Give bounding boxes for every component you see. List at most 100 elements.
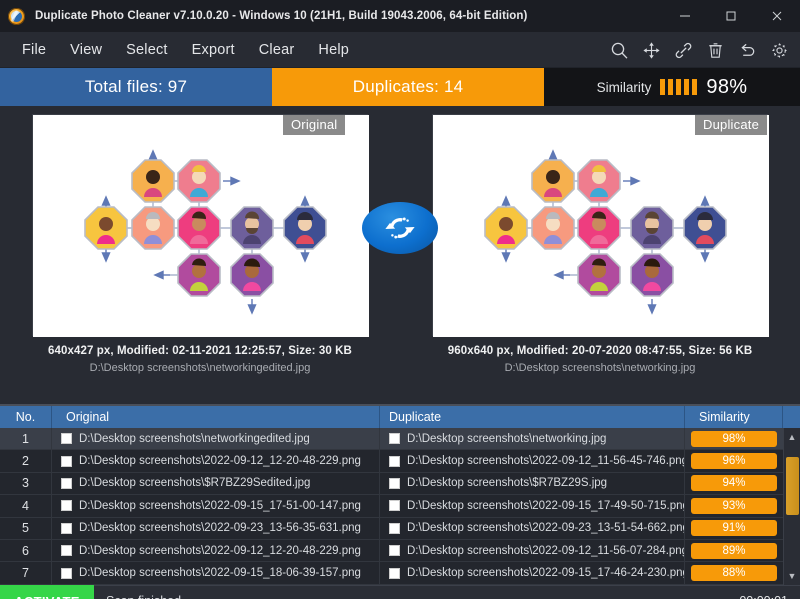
table-header-row: No. Original Duplicate Similarity <box>0 406 800 428</box>
similarity-stat: Similarity 98% <box>544 68 800 106</box>
original-cell: D:\Desktop screenshots\networkingedited.… <box>52 428 380 450</box>
duplicate-checkbox[interactable] <box>389 522 400 534</box>
settings-gear-icon[interactable] <box>766 37 792 63</box>
original-cell: D:\Desktop screenshots\2022-09-12_12-20-… <box>52 450 380 472</box>
duplicate-filename: D:\Desktop screenshots\2022-09-23_13-51-… <box>407 522 684 535</box>
scrollbar-track[interactable] <box>784 445 800 568</box>
similarity-cell: 96% <box>685 450 783 471</box>
duplicate-checkbox[interactable] <box>389 567 400 579</box>
duplicate-checkbox[interactable] <box>389 545 400 557</box>
duplicate-filename: D:\Desktop screenshots\2022-09-15_17-46-… <box>407 567 684 580</box>
close-button[interactable] <box>754 0 800 32</box>
duplicate-cell: D:\Desktop screenshots\2022-09-12_11-56-… <box>380 539 685 562</box>
duplicate-image-frame[interactable]: Duplicate <box>432 114 769 337</box>
move-icon[interactable] <box>638 37 664 63</box>
duplicate-checkbox[interactable] <box>389 455 400 467</box>
original-filename: D:\Desktop screenshots\2022-09-12_12-20-… <box>79 455 361 468</box>
original-filename: D:\Desktop screenshots\$R7BZ29Sedited.jp… <box>79 477 311 490</box>
scroll-down-arrow[interactable]: ▼ <box>783 567 800 585</box>
menu-item-view[interactable]: View <box>58 38 114 62</box>
menu-item-export[interactable]: Export <box>180 38 247 62</box>
similarity-badge: 88% <box>691 565 777 582</box>
duplicate-checkbox[interactable] <box>389 500 400 512</box>
undo-icon[interactable] <box>734 37 760 63</box>
menu-item-select[interactable]: Select <box>114 38 180 62</box>
similarity-percent: 98% <box>706 75 748 98</box>
duplicate-cell: D:\Desktop screenshots\networking.jpg <box>380 428 685 450</box>
duplicate-network-diagram <box>433 115 769 337</box>
stats-bar: Total files: 97 Duplicates: 14 Similarit… <box>0 68 800 106</box>
trash-icon[interactable] <box>702 37 728 63</box>
table-body: 1 D:\Desktop screenshots\networkingedited… <box>0 428 800 585</box>
minimize-button[interactable] <box>662 0 708 32</box>
row-number: 2 <box>0 450 52 472</box>
column-header-spacer <box>783 406 800 428</box>
original-checkbox[interactable] <box>61 545 72 557</box>
app-icon <box>8 7 25 25</box>
similarity-cell: 91% <box>685 518 783 539</box>
original-cell: D:\Desktop screenshots\2022-09-12_12-20-… <box>52 539 380 562</box>
table-row[interactable]: 7 D:\Desktop screenshots\2022-09-15_18-06… <box>0 562 800 585</box>
duplicate-tag: Duplicate <box>695 115 767 135</box>
original-checkbox[interactable] <box>61 567 72 579</box>
link-icon[interactable] <box>670 37 696 63</box>
menu-items: File View Select Export Clear Help <box>0 38 361 62</box>
similarity-badge: 91% <box>691 520 777 537</box>
column-header-original[interactable]: Original <box>52 406 380 428</box>
original-checkbox[interactable] <box>61 522 72 534</box>
similarity-cell: 93% <box>685 495 783 516</box>
similarity-cell: 89% <box>685 540 783 561</box>
duplicate-checkbox[interactable] <box>389 433 400 445</box>
maximize-button[interactable] <box>708 0 754 32</box>
column-header-duplicate[interactable]: Duplicate <box>380 406 685 428</box>
original-checkbox[interactable] <box>61 500 72 512</box>
similarity-label: Similarity <box>596 79 652 95</box>
menu-item-clear[interactable]: Clear <box>247 38 307 62</box>
original-checkbox[interactable] <box>61 433 72 445</box>
scroll-up-arrow[interactable]: ▲ <box>783 428 800 445</box>
duplicate-checkbox[interactable] <box>389 477 400 489</box>
table-row[interactable]: 6 D:\Desktop screenshots\2022-09-12_12-20… <box>0 539 800 563</box>
original-preview-pane: Original 640x427 px, Modified: 02-11-202… <box>0 114 400 404</box>
menu-item-file[interactable]: File <box>10 38 58 62</box>
column-header-no[interactable]: No. <box>0 406 52 428</box>
duplicate-cell: D:\Desktop screenshots\2022-09-12_11-56-… <box>380 450 685 472</box>
row-number: 7 <box>0 562 52 584</box>
original-metadata: 640x427 px, Modified: 02-11-2021 12:25:5… <box>48 345 352 357</box>
original-checkbox[interactable] <box>61 477 72 489</box>
scrollbar-thumb[interactable] <box>785 457 799 515</box>
duplicate-metadata: 960x640 px, Modified: 20-07-2020 08:47:5… <box>447 345 753 357</box>
original-filename: D:\Desktop screenshots\2022-09-23_13-56-… <box>79 522 361 535</box>
application-window: Duplicate Photo Cleaner v7.10.0.20 - Win… <box>0 0 800 599</box>
search-icon[interactable] <box>606 37 632 63</box>
column-header-similarity[interactable]: Similarity <box>685 406 783 428</box>
table-row[interactable]: 3 D:\Desktop screenshots\$R7BZ29Sedited.j… <box>0 472 800 496</box>
similarity-cell: 98% <box>685 428 783 449</box>
window-controls <box>662 0 800 32</box>
original-checkbox[interactable] <box>61 455 72 467</box>
table-row[interactable]: 5 D:\Desktop screenshots\2022-09-23_13-56… <box>0 517 800 540</box>
sync-refresh-icon[interactable] <box>362 202 438 254</box>
similarity-cell: 88% <box>685 562 783 583</box>
original-tag: Original <box>283 115 346 135</box>
table-row[interactable]: 4 D:\Desktop screenshots\2022-09-15_17-51… <box>0 495 800 518</box>
original-cell: D:\Desktop screenshots\2022-09-15_17-51-… <box>52 495 380 517</box>
duplicate-filename: D:\Desktop screenshots\2022-09-15_17-49-… <box>407 499 684 512</box>
original-cell: D:\Desktop screenshots\2022-09-23_13-56-… <box>52 517 380 539</box>
table-row[interactable]: 1 D:\Desktop screenshots\networkingedited… <box>0 428 800 451</box>
duplicate-filename: D:\Desktop screenshots\networking.jpg <box>407 432 607 445</box>
elapsed-timer: 00:00:01 <box>739 594 788 599</box>
original-filename: D:\Desktop screenshots\2022-09-15_17-51-… <box>79 499 361 512</box>
row-number: 6 <box>0 539 52 562</box>
table-scrollbar[interactable]: ▲ ▼ <box>783 428 800 585</box>
original-filename: D:\Desktop screenshots\2022-09-15_18-06-… <box>79 567 361 580</box>
table-row[interactable]: 2 D:\Desktop screenshots\2022-09-12_12-20… <box>0 450 800 473</box>
title-bar: Duplicate Photo Cleaner v7.10.0.20 - Win… <box>0 0 800 32</box>
similarity-badge: 93% <box>691 497 777 514</box>
duplicate-path: D:\Desktop screenshots\networking.jpg <box>504 362 696 374</box>
original-image-frame[interactable]: Original <box>32 114 369 337</box>
row-number: 5 <box>0 517 52 539</box>
duplicates-table: No. Original Duplicate Similarity 1 D:\De… <box>0 404 800 585</box>
activate-button[interactable]: ACTIVATE <box>0 585 94 599</box>
menu-item-help[interactable]: Help <box>306 38 361 62</box>
